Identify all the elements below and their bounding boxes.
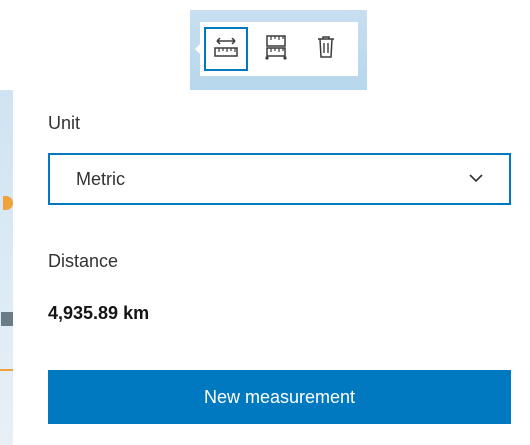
unit-select-value: Metric [76,168,125,189]
measure-distance-button[interactable] [204,27,248,71]
measure-area-button[interactable] [254,27,298,71]
distance-label: Distance [48,251,119,271]
measurement-toolbar [195,22,358,76]
distance-value: 4,935.89 km [48,303,150,323]
measure-distance-icon [213,36,239,63]
unit-select[interactable]: Metric [48,153,511,205]
measure-area-icon [263,34,289,65]
clear-measurement-button[interactable] [304,27,348,71]
trash-icon [316,35,336,64]
map-view-left[interactable] [0,90,13,445]
map-feature-marker [3,196,13,210]
chevron-down-icon [469,170,483,188]
unit-label: Unit [48,113,81,133]
map-label-fragment [1,312,13,326]
new-measurement-button[interactable]: New measurement [48,370,511,424]
map-route-line [0,369,13,371]
